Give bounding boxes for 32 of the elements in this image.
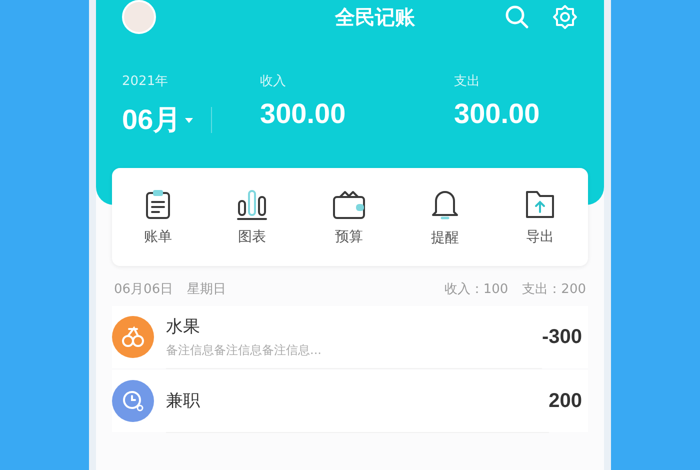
- category-name: 水果: [166, 316, 201, 338]
- day-expense: 支出：200: [522, 281, 586, 298]
- year-label: 2021年: [122, 73, 170, 90]
- wallet-action-button[interactable]: 预算: [326, 184, 372, 250]
- bill-action-button[interactable]: 账单: [138, 184, 178, 250]
- record-row[interactable]: 兼职 200: [112, 370, 588, 432]
- record-amount: -300: [542, 326, 582, 348]
- export-action-button[interactable]: 导出: [518, 184, 562, 250]
- avatar[interactable]: [122, 0, 156, 34]
- bar-chart-icon: [236, 188, 268, 220]
- record-row[interactable]: 水果 备注信息备注信息备注信息... -300: [112, 306, 588, 368]
- date-label: 06月06日: [114, 281, 174, 298]
- search-icon[interactable]: [504, 4, 530, 30]
- settings-icon[interactable]: [552, 4, 578, 30]
- app-title: 全民记账: [335, 4, 415, 30]
- income-label: 收入: [260, 73, 287, 90]
- category-name: 兼职: [166, 390, 201, 412]
- cherry-icon: [121, 326, 145, 348]
- clipboard-icon: [144, 188, 172, 220]
- weekday-label: 星期日: [187, 281, 226, 298]
- expense-amount: 300.00: [454, 98, 540, 130]
- record-note: 备注信息备注信息备注信息...: [166, 342, 322, 358]
- expense-label: 支出: [454, 73, 481, 90]
- bell-action-button[interactable]: 提醒: [424, 183, 466, 251]
- caret-icon: [185, 118, 194, 122]
- record-amount: 200: [548, 390, 582, 412]
- wallet-icon: [332, 188, 366, 220]
- chart-action-button[interactable]: 图表: [230, 184, 274, 250]
- day-income: 收入：100: [444, 281, 508, 298]
- folder-upload-icon: [524, 188, 556, 220]
- income-amount: 300.00: [260, 98, 347, 130]
- clock-icon: [121, 389, 145, 413]
